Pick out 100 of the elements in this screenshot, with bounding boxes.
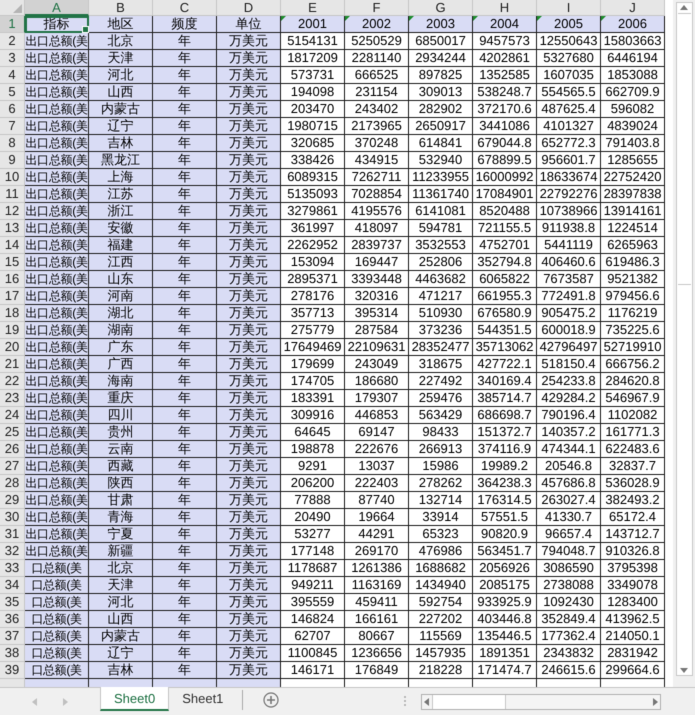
row-header[interactable]: 7 bbox=[0, 118, 25, 135]
table-cell: 956601.7 bbox=[537, 152, 601, 169]
row-header[interactable]: 9 bbox=[0, 152, 25, 169]
row-header[interactable]: 24 bbox=[0, 407, 25, 424]
row-header[interactable]: 27 bbox=[0, 458, 25, 475]
table-cell: 万美元 bbox=[217, 67, 281, 84]
row-header[interactable]: 25 bbox=[0, 424, 25, 441]
table-cell: 万美元 bbox=[217, 492, 281, 509]
column-header[interactable]: C bbox=[153, 0, 217, 16]
table-cell: 万美元 bbox=[217, 509, 281, 526]
row-header[interactable]: 28 bbox=[0, 475, 25, 492]
table-cell: 361997 bbox=[281, 220, 345, 237]
row-header[interactable]: 1 bbox=[0, 16, 25, 33]
row-header[interactable]: 39 bbox=[0, 662, 25, 679]
table-cell: 364238.3 bbox=[473, 475, 537, 492]
row-header[interactable]: 22 bbox=[0, 373, 25, 390]
table-cell: 万美元 bbox=[217, 441, 281, 458]
table-cell: 153094 bbox=[281, 254, 345, 271]
row-header[interactable]: 8 bbox=[0, 135, 25, 152]
table-cell: 8520488 bbox=[473, 203, 537, 220]
table-cell: 679044.8 bbox=[473, 135, 537, 152]
table-cell: 1176219 bbox=[601, 305, 665, 322]
table-cell: 22752420 bbox=[601, 169, 665, 186]
next-sheet-icon[interactable] bbox=[60, 697, 70, 707]
table-cell: 418097 bbox=[345, 220, 409, 237]
column-header[interactable]: G bbox=[409, 0, 473, 16]
column-header[interactable]: I bbox=[537, 0, 601, 16]
row-header[interactable]: 18 bbox=[0, 305, 25, 322]
table-cell: 186680 bbox=[345, 373, 409, 390]
table-cell: 374116.9 bbox=[473, 441, 537, 458]
table-cell: 252806 bbox=[409, 254, 473, 271]
row-header[interactable]: 6 bbox=[0, 101, 25, 118]
table-cell: 933925.9 bbox=[473, 594, 537, 611]
table-cell: 28352477 bbox=[409, 339, 473, 356]
row-header[interactable]: 20 bbox=[0, 339, 25, 356]
table-cell: 69147 bbox=[345, 424, 409, 441]
row-header[interactable]: 35 bbox=[0, 594, 25, 611]
column-header[interactable]: B bbox=[89, 0, 153, 16]
row-header[interactable]: 36 bbox=[0, 611, 25, 628]
row-header[interactable]: 23 bbox=[0, 390, 25, 407]
table-cell: 222403 bbox=[345, 475, 409, 492]
header-cell: 2005 bbox=[537, 16, 601, 33]
row-header[interactable]: 17 bbox=[0, 288, 25, 305]
column-header[interactable]: E bbox=[281, 0, 345, 16]
table-cell: 446853 bbox=[345, 407, 409, 424]
row-header[interactable]: 31 bbox=[0, 526, 25, 543]
sheet-tab[interactable]: Sheet1 bbox=[169, 687, 236, 711]
row-header[interactable]: 14 bbox=[0, 237, 25, 254]
row-header[interactable]: 30 bbox=[0, 509, 25, 526]
row-header[interactable]: 4 bbox=[0, 67, 25, 84]
row-header[interactable]: 26 bbox=[0, 441, 25, 458]
table-cell: 284620.8 bbox=[601, 373, 665, 390]
table-cell: 1457935 bbox=[409, 645, 473, 662]
table-cell: 山西 bbox=[89, 611, 153, 628]
table-cell: 江苏 bbox=[89, 186, 153, 203]
row-header[interactable]: 13 bbox=[0, 220, 25, 237]
table-cell: 227202 bbox=[409, 611, 473, 628]
table-cell: 278176 bbox=[281, 288, 345, 305]
previous-sheet-icon[interactable] bbox=[30, 697, 40, 707]
column-header[interactable]: A bbox=[25, 0, 89, 16]
row-header[interactable]: 21 bbox=[0, 356, 25, 373]
table-cell: 266913 bbox=[409, 441, 473, 458]
table-cell: 7673587 bbox=[537, 271, 601, 288]
column-header[interactable]: F bbox=[345, 0, 409, 16]
table-cell: 福建 bbox=[89, 237, 153, 254]
row-header[interactable]: 33 bbox=[0, 560, 25, 577]
table-cell: 出口总额(美 bbox=[25, 118, 89, 135]
table-cell: 222676 bbox=[345, 441, 409, 458]
table-cell: 554565.5 bbox=[537, 84, 601, 101]
row-header[interactable]: 2 bbox=[0, 33, 25, 50]
column-header[interactable]: H bbox=[473, 0, 537, 16]
table-cell: 河北 bbox=[89, 67, 153, 84]
table-cell: 吉林 bbox=[89, 662, 153, 679]
column-header[interactable]: J bbox=[601, 0, 665, 16]
scroll-right-icon[interactable] bbox=[650, 697, 660, 707]
table-cell: 259476 bbox=[409, 390, 473, 407]
table-cell: 年 bbox=[153, 492, 217, 509]
row-header[interactable]: 16 bbox=[0, 271, 25, 288]
table-cell: 年 bbox=[153, 288, 217, 305]
row-header[interactable]: 15 bbox=[0, 254, 25, 271]
sheet-tab[interactable]: Sheet0 bbox=[100, 687, 170, 711]
table-cell: 内蒙古 bbox=[89, 628, 153, 645]
row-header[interactable]: 29 bbox=[0, 492, 25, 509]
more-icon[interactable] bbox=[403, 695, 408, 707]
row-header[interactable]: 11 bbox=[0, 186, 25, 203]
row-header[interactable]: 37 bbox=[0, 628, 25, 645]
scroll-down-icon[interactable] bbox=[679, 665, 689, 675]
row-header[interactable]: 19 bbox=[0, 322, 25, 339]
add-sheet-icon[interactable] bbox=[263, 692, 280, 708]
table-cell: 573731 bbox=[281, 67, 345, 84]
row-header[interactable]: 5 bbox=[0, 84, 25, 101]
select-all-icon[interactable] bbox=[13, 4, 22, 13]
row-header[interactable]: 3 bbox=[0, 50, 25, 67]
row-header[interactable]: 10 bbox=[0, 169, 25, 186]
row-header[interactable]: 34 bbox=[0, 577, 25, 594]
row-header[interactable]: 12 bbox=[0, 203, 25, 220]
column-header[interactable]: D bbox=[217, 0, 281, 16]
row-header[interactable]: 32 bbox=[0, 543, 25, 560]
table-cell: 161771.3 bbox=[601, 424, 665, 441]
row-header[interactable]: 38 bbox=[0, 645, 25, 662]
